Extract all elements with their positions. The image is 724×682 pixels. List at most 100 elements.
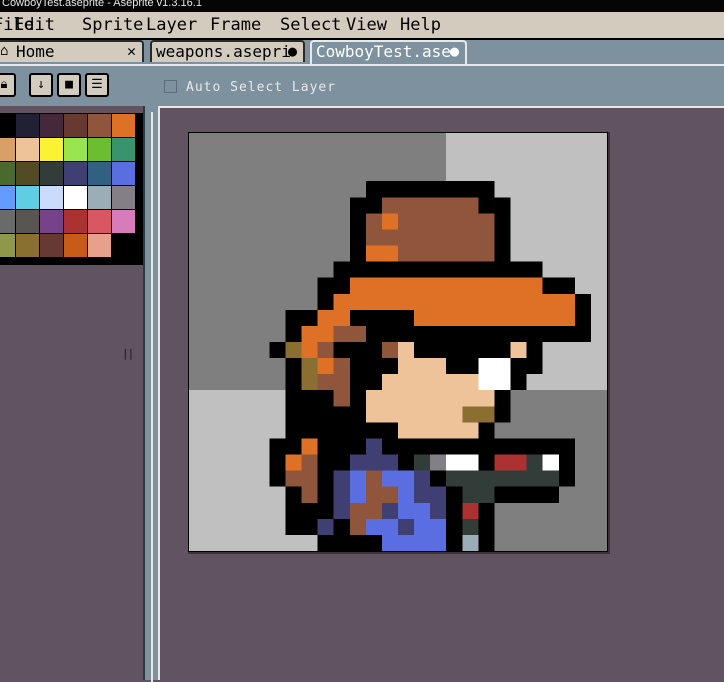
- sprite-pixel: [317, 277, 334, 294]
- sprite-pixel: [349, 293, 366, 310]
- palette-swatch[interactable]: [88, 138, 111, 161]
- sprite-pixel: [381, 374, 398, 391]
- palette-swatch[interactable]: [112, 186, 135, 209]
- sprite-pixel: [494, 358, 511, 375]
- sprite-pixel: [365, 470, 382, 487]
- palette-resize-handle[interactable]: ||: [122, 347, 134, 360]
- sprite-pixel: [494, 261, 511, 278]
- sprite-pixel: [446, 518, 463, 535]
- sprite-pixel: [414, 486, 431, 503]
- palette-swatch[interactable]: [64, 234, 87, 257]
- sprite-pixel: [446, 406, 463, 423]
- tab-weapons[interactable]: weapons.asepri ●: [150, 40, 305, 62]
- sprite-pixel: [381, 293, 398, 310]
- palette-swatch[interactable]: [112, 114, 135, 137]
- square-icon: ■: [65, 77, 73, 92]
- sprite-pixel: [365, 213, 382, 230]
- sprite-pixel: [365, 390, 382, 407]
- palette-swatch[interactable]: [64, 114, 87, 137]
- sprite-pixel: [365, 181, 382, 198]
- palette-swatch[interactable]: [64, 210, 87, 233]
- palette-swatch[interactable]: [40, 234, 63, 257]
- sprite-pixel: [349, 342, 366, 359]
- menu-help[interactable]: Help: [400, 16, 441, 34]
- palette-swatch[interactable]: [112, 210, 135, 233]
- tab-home[interactable]: ⌂ Home ✕: [0, 40, 144, 62]
- palette-swatch[interactable]: [0, 210, 15, 233]
- sprite-canvas[interactable]: [189, 133, 607, 551]
- palette-swatch[interactable]: [40, 162, 63, 185]
- sprite-pixel: [542, 470, 559, 487]
- sprite-pixel: [446, 261, 463, 278]
- menu-layer[interactable]: Layer: [146, 16, 197, 34]
- sprite-pixel: [414, 406, 431, 423]
- tab-cowboytest[interactable]: CowboyTest.ase ●: [310, 40, 467, 64]
- sprite-pixel: [462, 422, 479, 439]
- sprite-pixel: [317, 502, 334, 519]
- sprite-pixel: [317, 486, 334, 503]
- lock-button[interactable]: 🔒︎: [0, 73, 16, 97]
- sprite-pixel: [285, 358, 302, 375]
- sprite-pixel: [333, 454, 350, 471]
- palette-swatch[interactable]: [64, 186, 87, 209]
- sprite-pixel: [349, 325, 366, 342]
- palette-swatch[interactable]: [64, 138, 87, 161]
- sprite-pixel: [574, 293, 591, 310]
- sprite-pixel: [446, 486, 463, 503]
- menu-frame[interactable]: Frame: [210, 16, 261, 34]
- options-button[interactable]: ☰: [85, 73, 109, 97]
- auto-select-checkbox[interactable]: [164, 80, 177, 93]
- palette-swatch[interactable]: [0, 234, 15, 257]
- palette-swatch[interactable]: [16, 210, 39, 233]
- palette-swatch[interactable]: [0, 186, 15, 209]
- palette-swatch[interactable]: [16, 234, 39, 257]
- sprite-pixel: [381, 325, 398, 342]
- modified-dot-icon[interactable]: ●: [450, 42, 459, 61]
- sprite-pixel: [398, 518, 415, 535]
- move-down-button[interactable]: ↓: [29, 73, 53, 97]
- palette-swatch[interactable]: [112, 162, 135, 185]
- palette-swatch[interactable]: [16, 138, 39, 161]
- palette-swatch[interactable]: [40, 186, 63, 209]
- menu-view[interactable]: View: [346, 16, 387, 34]
- palette-swatch[interactable]: [88, 162, 111, 185]
- sprite-pixel: [365, 245, 382, 262]
- palette-swatch[interactable]: [16, 186, 39, 209]
- palette-swatch[interactable]: [0, 138, 15, 161]
- sprite-pixel: [349, 245, 366, 262]
- menu-select[interactable]: Select: [280, 16, 341, 34]
- sprite-pixel: [381, 486, 398, 503]
- window-title: CowboyTest.aseprite - Aseprite v1.3.16.1: [2, 0, 202, 9]
- palette-swatch[interactable]: [88, 234, 111, 257]
- palette-swatch[interactable]: [112, 138, 135, 161]
- sprite-pixel: [349, 374, 366, 391]
- sprite-pixel: [414, 454, 431, 471]
- modified-dot-icon[interactable]: ●: [288, 42, 297, 61]
- palette-swatch[interactable]: [0, 114, 15, 137]
- sprite-pixel: [365, 518, 382, 535]
- close-icon[interactable]: ✕: [127, 42, 136, 61]
- sprite-pixel: [462, 406, 479, 423]
- sprite-pixel: [349, 502, 366, 519]
- palette-swatch[interactable]: [16, 162, 39, 185]
- panel-splitter[interactable]: [143, 106, 158, 682]
- sprite-pixel: [462, 213, 479, 230]
- square-button[interactable]: ■: [57, 73, 81, 97]
- palette-swatch[interactable]: [16, 114, 39, 137]
- palette-swatch[interactable]: [40, 114, 63, 137]
- palette-swatch[interactable]: [88, 186, 111, 209]
- palette-swatch[interactable]: [40, 138, 63, 161]
- palette-swatch[interactable]: [0, 162, 15, 185]
- sprite-pixel: [478, 502, 495, 519]
- palette-swatch[interactable]: [40, 210, 63, 233]
- sprite-pixel: [381, 245, 398, 262]
- sprite-pixel: [398, 293, 415, 310]
- menu-edit[interactable]: Edit: [14, 16, 55, 34]
- palette-swatch[interactable]: [88, 210, 111, 233]
- menu-sprite[interactable]: Sprite: [82, 16, 143, 34]
- sprite-pixel: [398, 229, 415, 246]
- palette-swatch[interactable]: [88, 114, 111, 137]
- sprite-pixel: [574, 309, 591, 326]
- auto-select-layer-option[interactable]: Auto Select Layer: [164, 80, 336, 95]
- palette-swatch[interactable]: [64, 162, 87, 185]
